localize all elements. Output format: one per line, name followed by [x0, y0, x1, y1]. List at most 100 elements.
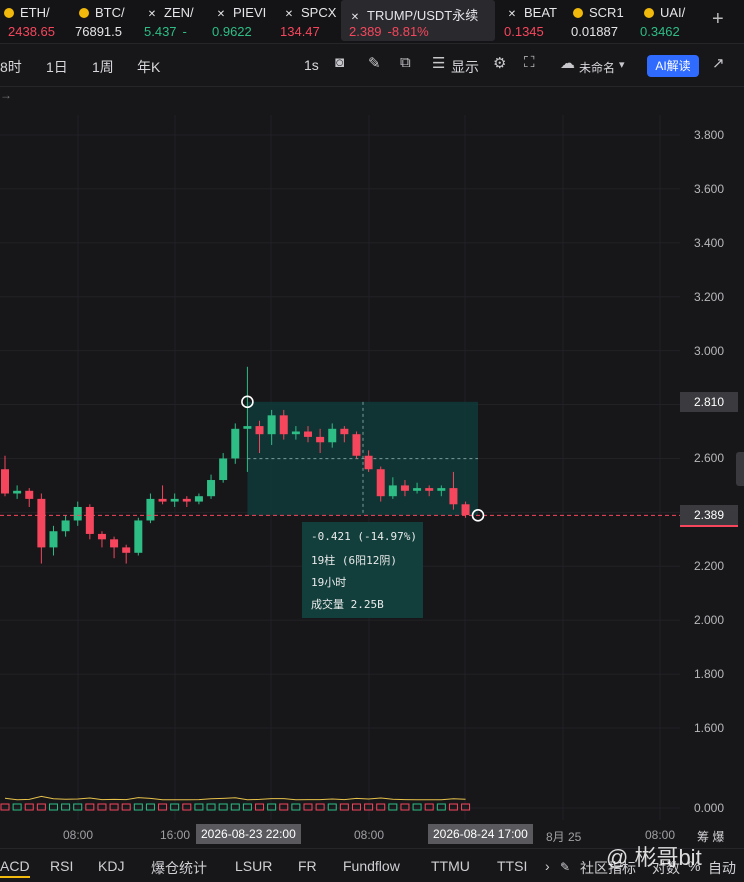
volume-bar — [109, 803, 119, 811]
chart-toolbar: 8时 1日 1周 年K 1s ◙ ✎ ⧉ ☰ 显示 ⚙ ⛶ ☁ 未命名 ▾ ↗ — [0, 44, 744, 87]
candle-body — [122, 547, 131, 553]
layout-name[interactable]: 未命名 — [579, 59, 615, 76]
candle-body — [97, 533, 106, 540]
x-icon: ✕ — [147, 9, 157, 20]
interval-1d[interactable]: 1日 — [46, 57, 68, 77]
volume-bar — [218, 803, 228, 811]
volume-bar — [24, 803, 34, 811]
cloud-icon: ☁ — [560, 55, 575, 72]
candle-body — [328, 428, 337, 443]
coin-icon — [644, 8, 654, 18]
chevron-down-icon[interactable]: ▾ — [619, 58, 625, 71]
indicator-acd[interactable]: ACD — [0, 858, 30, 878]
coin-icon — [4, 8, 14, 18]
volume-bar — [267, 803, 277, 811]
price-tick-label: 2.200 — [693, 559, 724, 574]
measure-change: -0.421 (-14.97%) — [311, 530, 417, 543]
settings-icon[interactable]: ⚙ — [493, 54, 506, 72]
candle-body — [170, 498, 179, 502]
candle-body — [73, 506, 82, 521]
volume-bar — [206, 803, 216, 811]
volume-bar — [182, 803, 192, 811]
price-tick-label: 1.600 — [693, 721, 724, 735]
time-tick: 8月 25 — [546, 830, 582, 844]
measure-duration: 19小时 — [311, 576, 347, 589]
candle-body — [461, 504, 470, 516]
indicator-lsur[interactable]: LSUR — [235, 858, 272, 874]
share-icon[interactable]: ↗ — [712, 54, 725, 72]
volume-bar — [255, 803, 265, 811]
time-tick-highlight: 2026-08-23 22:00 — [196, 824, 301, 844]
time-tick-highlight: 2026-08-24 17:00 — [428, 824, 533, 844]
indicator-ttsi[interactable]: TTSI — [497, 858, 527, 874]
candle-body — [207, 480, 216, 497]
candle-body — [49, 531, 58, 548]
volume-bar — [327, 803, 337, 811]
interval-8h[interactable]: 8时 — [0, 57, 22, 77]
interval-1s[interactable]: 1s — [304, 57, 319, 73]
edit-icon[interactable]: ✎ — [560, 860, 570, 874]
volume-bar — [339, 803, 349, 811]
volume-bar — [351, 803, 361, 811]
candle-body — [267, 415, 276, 435]
price-tick-label: 3.600 — [693, 181, 724, 196]
add-tab-button[interactable]: + — [712, 8, 724, 31]
x-icon: ✕ — [216, 9, 226, 20]
fullscreen-icon[interactable]: ⛶ — [524, 54, 535, 71]
volume-bar — [436, 803, 446, 811]
volume-bar — [121, 803, 131, 811]
measure-tooltip: -0.421 (-14.97%) 19柱 (6阳12阴) 19小时 成交量 2.… — [302, 522, 423, 618]
candle-body — [352, 434, 361, 456]
price-axis: 3.8003.6003.4003.2003.0002.8002.6002.400… — [680, 115, 744, 820]
measure-volume: 成交量 2.25B — [311, 598, 384, 611]
price-tick-label: 0.000 — [693, 801, 724, 815]
ai-analysis-button[interactable]: AI解读 — [647, 55, 699, 77]
volume-bar — [448, 803, 458, 811]
list-icon[interactable]: ☰ — [432, 54, 445, 72]
camera-icon[interactable]: ◙ — [335, 54, 344, 71]
candle-body — [37, 498, 46, 548]
indicator-liquidation[interactable]: 爆仓统计 — [151, 858, 207, 878]
candle-body — [146, 498, 155, 521]
indicator-fr[interactable]: FR — [298, 858, 317, 874]
more-indicators-button[interactable]: › — [545, 858, 550, 874]
chart-canvas[interactable] — [0, 115, 680, 820]
side-panel-handle[interactable] — [736, 452, 744, 486]
price-tick-label: 3.000 — [693, 343, 724, 358]
arrow-icon: → — [0, 88, 12, 102]
volume-bar — [12, 803, 22, 811]
volume-bar — [291, 803, 301, 811]
auto-scale-toggle[interactable]: 自动 — [708, 858, 736, 878]
candle-body — [255, 426, 264, 435]
watermark: @ 彬哥bit — [606, 845, 702, 870]
volume-bar — [461, 803, 471, 811]
display-button[interactable]: 显示 — [451, 57, 479, 77]
indicator-fundflow[interactable]: Fundflow — [343, 858, 400, 874]
indicator-kdj[interactable]: KDJ — [98, 858, 124, 874]
time-tick: 08:00 — [63, 828, 94, 842]
candle-body — [291, 431, 300, 435]
candle-body — [1, 469, 9, 494]
interval-1w[interactable]: 1周 — [92, 57, 114, 77]
candle-body — [158, 498, 167, 502]
coin-icon — [573, 8, 583, 18]
x-icon: ✕ — [350, 12, 360, 23]
volume-bar — [85, 803, 95, 811]
measure-bars: 19柱 (6阳12阴) — [311, 554, 397, 567]
candlestick-chart[interactable] — [0, 115, 680, 820]
volume-bar — [97, 803, 107, 811]
candle-body — [425, 488, 434, 491]
pencil-icon[interactable]: ✎ — [368, 54, 381, 72]
indicator-ttmu[interactable]: TTMU — [431, 858, 470, 874]
candle-body — [388, 485, 397, 497]
price-tick-label: 2.600 — [693, 451, 724, 466]
export-icon[interactable]: ⧉ — [400, 54, 411, 71]
volume-bar — [424, 803, 434, 811]
candle-body — [13, 490, 22, 494]
volume-bar — [61, 803, 71, 811]
volume-bar — [133, 803, 143, 811]
indicator-rsi[interactable]: RSI — [50, 858, 73, 874]
volume-bar — [388, 803, 398, 811]
price-tick-label: 3.200 — [693, 289, 724, 304]
interval-year[interactable]: 年K — [137, 57, 160, 77]
